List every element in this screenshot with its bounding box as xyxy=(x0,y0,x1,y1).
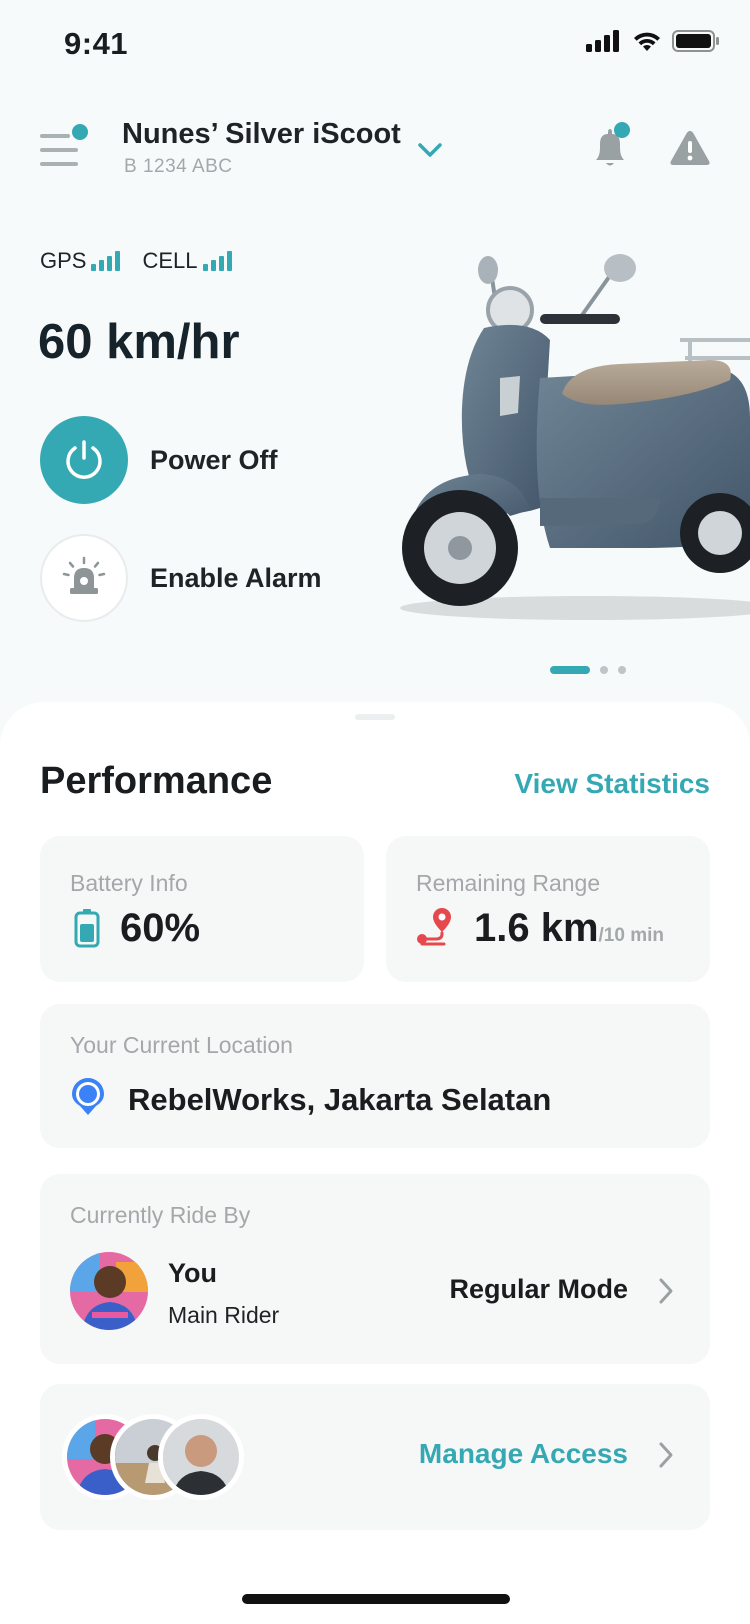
location-pin-icon xyxy=(72,1078,104,1115)
current-location-card[interactable]: Your Current Location RebelWorks, Jakart… xyxy=(40,1004,710,1148)
power-off-action[interactable]: Power Off xyxy=(40,416,278,504)
image-carousel-indicator[interactable] xyxy=(550,666,626,674)
carousel-dot-active[interactable] xyxy=(550,666,590,674)
cell-label: CELL xyxy=(142,248,198,273)
menu-line xyxy=(40,134,70,138)
view-statistics-link[interactable]: View Statistics xyxy=(514,768,710,800)
notification-dot xyxy=(614,122,630,138)
chevron-right-icon[interactable] xyxy=(656,1276,676,1306)
alarm-button[interactable] xyxy=(40,534,128,622)
enable-alarm-action[interactable]: Enable Alarm xyxy=(40,534,322,622)
remaining-range-label: Remaining Range xyxy=(416,870,601,896)
notifications-bell-icon[interactable] xyxy=(590,122,634,172)
manage-access-link[interactable]: Manage Access xyxy=(419,1438,628,1470)
gps-signal: GPS xyxy=(40,248,121,274)
performance-title: Performance xyxy=(40,760,273,802)
status-time: 9:41 xyxy=(64,26,129,61)
carousel-dot[interactable] xyxy=(618,666,626,674)
battery-info-label: Battery Info xyxy=(70,870,188,896)
cell-signal: CELL xyxy=(142,248,232,274)
signal-indicators: GPS CELL xyxy=(40,248,232,274)
rider-avatar xyxy=(70,1252,148,1330)
access-user-avatar xyxy=(158,1414,244,1500)
remaining-range-card[interactable]: Remaining Range 1.6 km /10 min xyxy=(386,836,710,982)
battery-percentage: 60% xyxy=(120,906,201,950)
menu-notification-dot xyxy=(72,124,88,140)
enable-alarm-label: Enable Alarm xyxy=(150,562,322,593)
status-icons xyxy=(586,30,720,52)
remaining-range-value-group: 1.6 km /10 min xyxy=(474,906,664,951)
manage-access-card[interactable]: Manage Access xyxy=(40,1384,710,1530)
siren-icon xyxy=(62,556,106,594)
rider-role: Main Rider xyxy=(168,1302,280,1328)
menu-button[interactable] xyxy=(38,124,94,172)
menu-line xyxy=(40,162,78,166)
chevron-right-icon[interactable] xyxy=(656,1440,676,1470)
menu-line xyxy=(40,148,78,152)
remaining-range-unit: /10 min xyxy=(598,925,665,946)
ride-mode[interactable]: Regular Mode xyxy=(449,1274,628,1305)
status-bar: 9:41 xyxy=(0,0,750,92)
remaining-range-value: 1.6 km xyxy=(474,906,599,950)
warning-icon[interactable] xyxy=(668,128,712,168)
cell-signal-bars-icon xyxy=(202,251,232,271)
sheet-grabber[interactable] xyxy=(355,714,395,720)
current-location-value: RebelWorks, Jakarta Selatan xyxy=(128,1082,552,1117)
current-rider-label: Currently Ride By xyxy=(70,1202,251,1228)
gps-signal-bars-icon xyxy=(91,251,121,271)
gps-label: GPS xyxy=(40,248,87,273)
battery-icon xyxy=(74,909,100,948)
carousel-dot[interactable] xyxy=(600,666,608,674)
rider-name: You xyxy=(168,1258,217,1288)
current-speed: 60 km/hr xyxy=(38,315,240,369)
performance-sheet: Performance View Statistics Battery Info… xyxy=(0,702,750,1624)
power-off-label: Power Off xyxy=(150,444,278,475)
vehicle-selector-chevron-icon[interactable] xyxy=(412,132,448,168)
scooter-image xyxy=(390,248,750,648)
power-button[interactable] xyxy=(40,416,128,504)
current-location-label: Your Current Location xyxy=(70,1032,293,1058)
current-rider-card[interactable]: Currently Ride By You Main Rider Regular… xyxy=(40,1174,710,1364)
battery-status-icon xyxy=(672,30,719,52)
cellular-signal-icon xyxy=(586,30,619,52)
battery-info-card[interactable]: Battery Info 60% xyxy=(40,836,364,982)
wifi-icon xyxy=(634,32,660,51)
header: Nunes’ Silver iScoot B 1234 ABC xyxy=(0,110,750,190)
home-indicator[interactable] xyxy=(242,1594,510,1604)
vehicle-plate: B 1234 ABC xyxy=(124,156,233,177)
vehicle-name[interactable]: Nunes’ Silver iScoot xyxy=(122,118,401,151)
power-icon xyxy=(66,440,102,479)
route-icon xyxy=(417,908,451,946)
